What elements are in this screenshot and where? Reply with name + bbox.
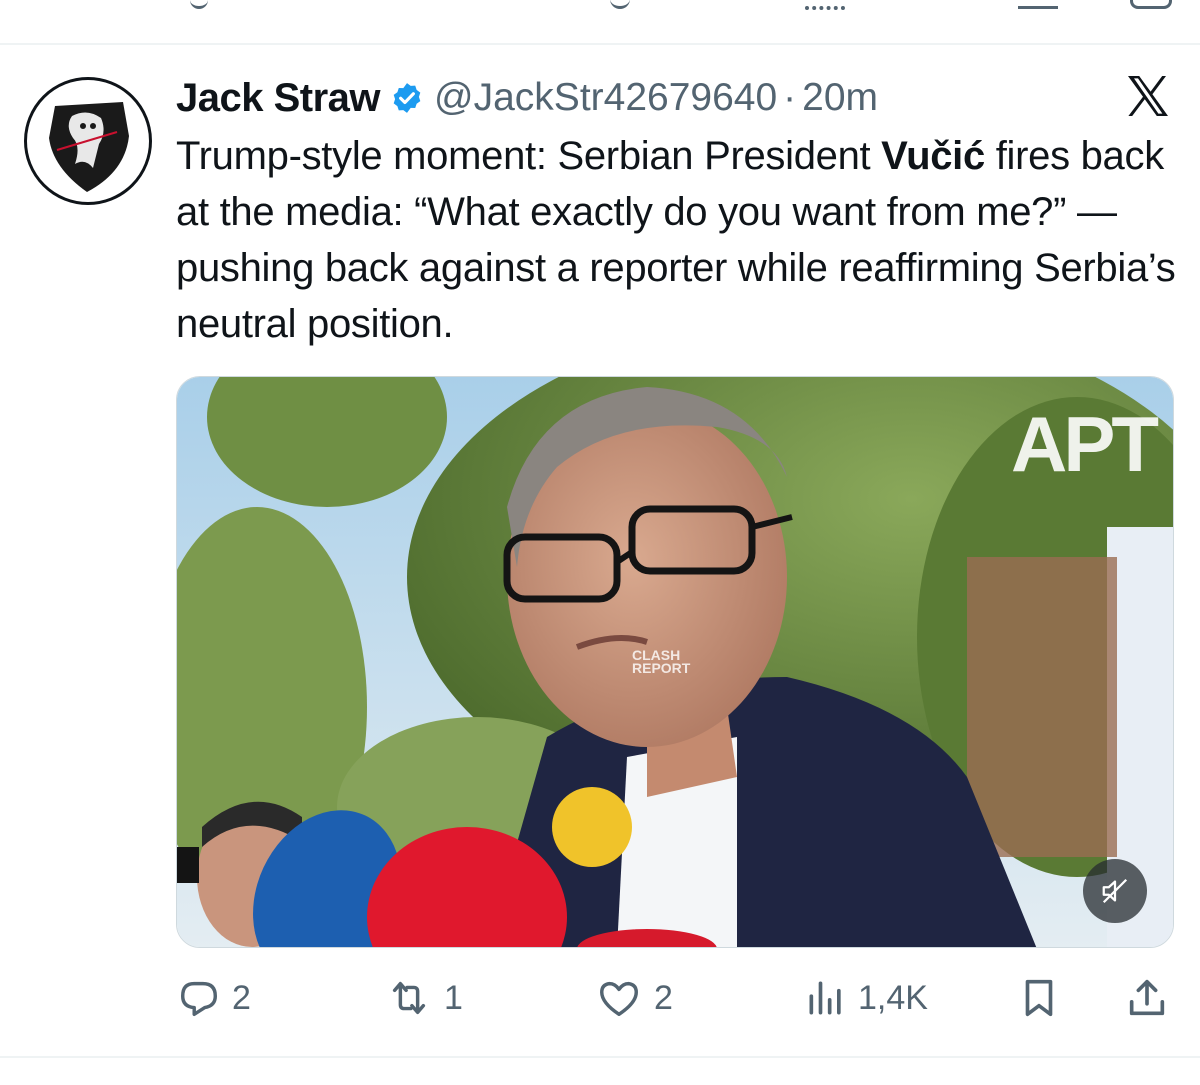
like-count: 2 xyxy=(654,978,673,1017)
bookmark-icon xyxy=(1025,979,1053,1017)
video-watermark-apt: APT xyxy=(1011,400,1159,488)
retweet-icon xyxy=(392,981,426,1015)
tweet-text-bold: Vučić xyxy=(881,134,985,178)
bookmark-icon[interactable] xyxy=(1018,0,1058,9)
views-count: 1,4K xyxy=(858,978,928,1017)
reply-icon[interactable] xyxy=(190,0,208,9)
speaker-muted-icon xyxy=(1102,878,1128,904)
top-divider xyxy=(0,43,1200,45)
like-icon[interactable] xyxy=(610,0,630,9)
video-watermark-brand: CLASH REPORT xyxy=(632,648,691,676)
mute-button[interactable] xyxy=(1083,859,1147,923)
retweet-button[interactable]: 1 xyxy=(384,970,463,1026)
share-icon xyxy=(1129,979,1165,1016)
bookmark-button[interactable] xyxy=(1016,970,1062,1026)
like-button[interactable]: 2 xyxy=(594,970,673,1026)
tweet-actions: 2 1 2 1,4K xyxy=(176,970,1176,1026)
retweet-count: 1 xyxy=(444,978,463,1017)
views-icon[interactable] xyxy=(805,0,845,10)
author-handle[interactable]: @JackStr42679640 xyxy=(434,76,777,120)
verified-badge-icon xyxy=(393,83,421,113)
like-icon xyxy=(600,981,638,1017)
reply-button[interactable]: 2 xyxy=(176,970,251,1026)
avatar[interactable] xyxy=(24,77,152,205)
x-logo-icon xyxy=(1128,76,1168,116)
watermark-line2: REPORT xyxy=(632,660,691,676)
share-button[interactable] xyxy=(1124,970,1170,1026)
share-icon[interactable] xyxy=(1130,0,1172,9)
previous-tweet-actions xyxy=(0,0,1200,20)
video-media[interactable]: APT CLASH REPORT xyxy=(176,376,1174,948)
tweet-timestamp[interactable]: 20m xyxy=(802,76,878,120)
avatar-shield-icon xyxy=(49,102,129,192)
reply-icon xyxy=(180,981,218,1017)
separator-dot: · xyxy=(783,76,797,119)
views-icon xyxy=(809,981,841,1015)
tweet-header: Jack Straw @JackStr42679640 · 20m xyxy=(176,70,878,126)
reply-count: 2 xyxy=(232,978,251,1017)
tweet-text: Trump-style moment: Serbian President Vu… xyxy=(176,128,1186,352)
views-button[interactable]: 1,4K xyxy=(804,970,928,1026)
tweet-text-part1: Trump-style moment: Serbian President xyxy=(176,134,882,178)
author-name[interactable]: Jack Straw xyxy=(176,76,381,121)
bottom-divider xyxy=(0,1056,1200,1058)
